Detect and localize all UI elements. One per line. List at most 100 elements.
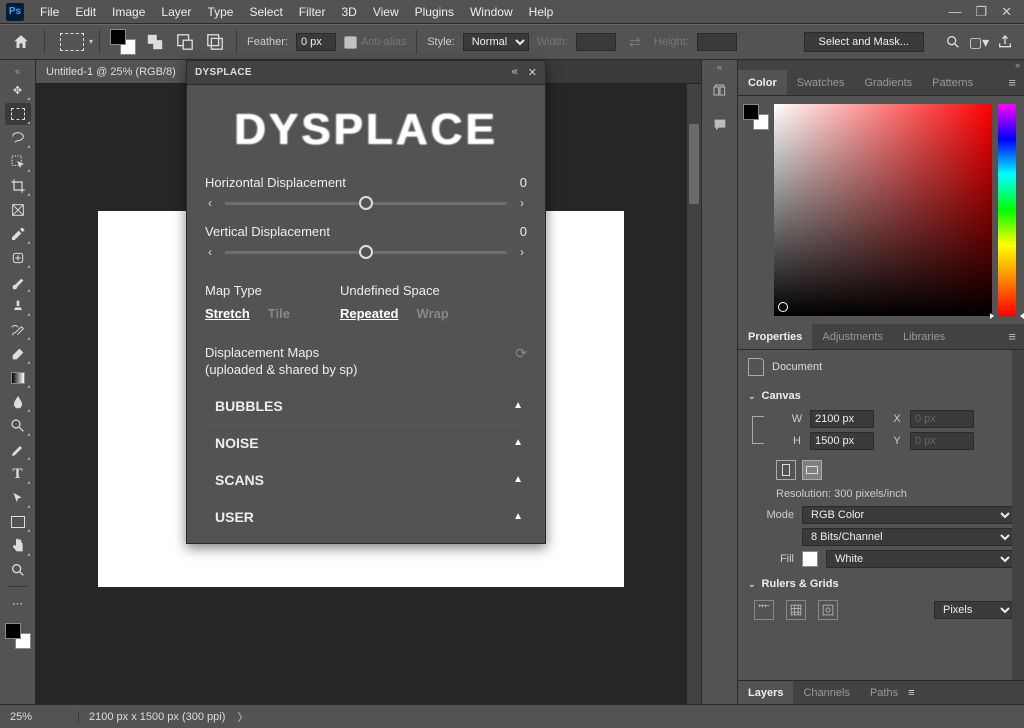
menu-layer[interactable]: Layer [153, 5, 199, 19]
color-field[interactable] [774, 104, 992, 316]
v-slider[interactable] [225, 251, 507, 254]
current-tool-button[interactable] [55, 31, 89, 53]
tab-gradients[interactable]: Gradients [854, 70, 922, 95]
tab-channels[interactable]: Channels [793, 681, 859, 704]
canvas-width-input[interactable] [810, 410, 874, 428]
link-dimensions-icon[interactable] [752, 416, 764, 444]
zoom-level[interactable]: 25% [10, 711, 66, 723]
tab-libraries[interactable]: Libraries [893, 324, 955, 349]
crop-tool[interactable] [5, 175, 31, 197]
history-panel-icon[interactable] [707, 78, 733, 104]
window-close-icon[interactable]: ✕ [1001, 4, 1012, 20]
select-and-mask-button[interactable]: Select and Mask... [804, 32, 925, 52]
v-slider-decrease[interactable]: ‹ [205, 245, 215, 259]
map-item-noise[interactable]: NOISE ▲ [205, 424, 527, 461]
search-icon[interactable] [942, 31, 964, 53]
v-slider-thumb[interactable] [359, 245, 373, 259]
clone-stamp-tool[interactable] [5, 295, 31, 317]
canvas-height-input[interactable] [810, 432, 874, 450]
add-to-selection-icon[interactable] [144, 31, 166, 53]
tab-properties[interactable]: Properties [738, 324, 812, 349]
toolbar-collapse-icon[interactable]: « [0, 64, 35, 78]
edit-toolbar-icon[interactable]: ⋯ [5, 592, 31, 614]
map-item-user[interactable]: USER ▲ [205, 498, 527, 535]
feather-input[interactable] [296, 33, 336, 51]
path-selection-tool[interactable] [5, 487, 31, 509]
shape-tool[interactable] [5, 511, 31, 533]
intersect-selection-icon[interactable] [204, 31, 226, 53]
menu-image[interactable]: Image [104, 5, 153, 19]
map-type-tile[interactable]: Tile [268, 306, 290, 321]
h-slider-increase[interactable]: › [517, 196, 527, 210]
home-button[interactable] [8, 29, 34, 55]
canvas-scrollbar[interactable] [687, 84, 701, 704]
document-tab[interactable]: Untitled-1 @ 25% (RGB/8) [36, 60, 187, 83]
hue-slider[interactable] [998, 104, 1016, 316]
undefined-space-wrap[interactable]: Wrap [417, 306, 449, 321]
menu-filter[interactable]: Filter [291, 5, 334, 19]
hand-tool[interactable] [5, 535, 31, 557]
window-minimize-icon[interactable]: — [948, 4, 961, 20]
lasso-tool[interactable] [5, 127, 31, 149]
v-slider-increase[interactable]: › [517, 245, 527, 259]
marquee-tool[interactable] [5, 103, 31, 125]
map-type-stretch[interactable]: Stretch [205, 306, 250, 321]
menu-3d[interactable]: 3D [333, 5, 364, 19]
tab-swatches[interactable]: Swatches [787, 70, 855, 95]
menu-select[interactable]: Select [241, 5, 290, 19]
refresh-maps-icon[interactable]: ⟳ [515, 345, 527, 362]
h-slider-decrease[interactable]: ‹ [205, 196, 215, 210]
h-slider[interactable] [225, 202, 507, 205]
status-info-menu-icon[interactable]: 〉 [237, 709, 248, 725]
move-tool[interactable]: ✥ [5, 79, 31, 101]
frame-tool[interactable] [5, 199, 31, 221]
canvas-section-toggle[interactable]: ⌄ Canvas [748, 384, 1014, 406]
menu-type[interactable]: Type [199, 5, 241, 19]
foreground-background-swatch[interactable] [5, 623, 31, 649]
bit-depth-select[interactable]: 8 Bits/Channel [802, 528, 1014, 546]
rulers-toggle-icon[interactable] [754, 600, 774, 620]
gradient-tool[interactable] [5, 367, 31, 389]
dodge-tool[interactable] [5, 415, 31, 437]
grid-toggle-icon[interactable] [786, 600, 806, 620]
properties-panel-menu-icon[interactable]: ≡ [1000, 329, 1024, 344]
comments-panel-icon[interactable] [707, 112, 733, 138]
rulers-section-toggle[interactable]: ⌄ Rulers & Grids [748, 572, 1014, 594]
menu-view[interactable]: View [365, 5, 407, 19]
panel-collapse-icon[interactable]: » [1015, 60, 1020, 70]
eraser-tool[interactable] [5, 343, 31, 365]
menu-window[interactable]: Window [462, 5, 521, 19]
color-panel-menu-icon[interactable]: ≡ [1000, 75, 1024, 90]
color-panel-swatch[interactable] [743, 104, 769, 130]
tab-layers[interactable]: Layers [738, 681, 793, 704]
menu-edit[interactable]: Edit [67, 5, 104, 19]
menu-plugins[interactable]: Plugins [407, 5, 462, 19]
zoom-tool[interactable] [5, 559, 31, 581]
workspace-switcher-icon[interactable]: ▢▾ [968, 31, 990, 53]
menu-file[interactable]: File [32, 5, 67, 19]
pen-tool[interactable] [5, 439, 31, 461]
color-mode-select[interactable]: RGB Color [802, 506, 1014, 524]
panel-close-icon[interactable]: ✕ [528, 66, 537, 79]
h-slider-thumb[interactable] [359, 196, 373, 210]
ruler-units-select[interactable]: Pixels [934, 601, 1014, 619]
properties-scrollbar[interactable] [1012, 350, 1024, 680]
dock-collapse-icon[interactable]: « [702, 60, 737, 74]
blur-tool[interactable] [5, 391, 31, 413]
fill-swatch[interactable] [802, 551, 818, 567]
share-icon[interactable] [994, 31, 1016, 53]
panel-minimize-icon[interactable]: « [512, 66, 518, 79]
window-restore-icon[interactable]: ❐ [975, 4, 987, 20]
fill-select[interactable]: White [826, 550, 1014, 568]
menu-help[interactable]: Help [521, 5, 562, 19]
healing-brush-tool[interactable] [5, 247, 31, 269]
subtract-from-selection-icon[interactable] [174, 31, 196, 53]
layers-panel-menu-icon[interactable]: ≡ [908, 687, 914, 699]
type-tool[interactable]: T [5, 463, 31, 485]
history-brush-tool[interactable] [5, 319, 31, 341]
map-item-scans[interactable]: SCANS ▲ [205, 461, 527, 498]
orientation-landscape-button[interactable] [802, 460, 822, 480]
orientation-portrait-button[interactable] [776, 460, 796, 480]
brush-tool[interactable] [5, 271, 31, 293]
guides-toggle-icon[interactable] [818, 600, 838, 620]
